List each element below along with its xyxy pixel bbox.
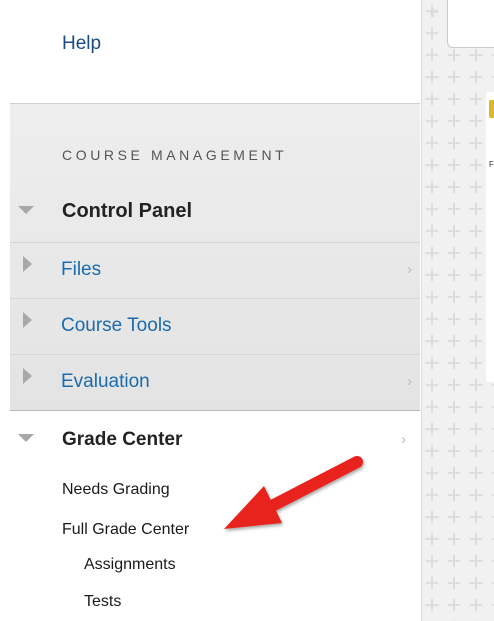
content-background-pattern — [421, 0, 494, 621]
grade-center-heading[interactable]: Grade Center — [62, 429, 182, 451]
assignments-link[interactable]: Assignments — [84, 556, 176, 574]
chevron-right-icon[interactable]: › — [407, 373, 412, 390]
course-sidebar: Help COURSE MANAGEMENT Control Panel Fil… — [0, 0, 421, 621]
content-module-card — [486, 92, 494, 382]
menu-item-evaluation[interactable]: Evaluation › — [10, 354, 420, 410]
menu-item-course-tools[interactable]: Course Tools — [10, 298, 420, 354]
triangle-down-icon[interactable] — [18, 434, 34, 442]
menu-item-files-label[interactable]: Files — [61, 259, 101, 281]
triangle-right-icon — [23, 256, 32, 272]
triangle-right-icon — [23, 312, 32, 328]
menu-item-files[interactable]: Files › — [10, 242, 420, 298]
content-tab[interactable] — [447, 0, 494, 48]
triangle-down-icon[interactable] — [18, 206, 34, 214]
chevron-right-icon[interactable]: › — [407, 261, 412, 278]
tests-link[interactable]: Tests — [84, 593, 121, 611]
full-grade-center-link[interactable]: Full Grade Center — [62, 521, 189, 539]
sidebar-divider — [421, 0, 422, 621]
triangle-right-icon — [23, 368, 32, 384]
menu-item-evaluation-label[interactable]: Evaluation — [61, 371, 150, 393]
main-content-area — [421, 0, 494, 621]
help-link[interactable]: Help — [62, 33, 101, 55]
chevron-right-icon[interactable]: › — [401, 431, 413, 448]
control-panel-heading[interactable]: Control Panel — [62, 200, 192, 223]
course-management-heading: COURSE MANAGEMENT — [62, 147, 288, 163]
module-logo-icon — [489, 100, 494, 118]
needs-grading-link[interactable]: Needs Grading — [62, 481, 170, 499]
module-logo-letter: F — [489, 160, 494, 169]
menu-item-course-tools-label[interactable]: Course Tools — [61, 315, 172, 337]
